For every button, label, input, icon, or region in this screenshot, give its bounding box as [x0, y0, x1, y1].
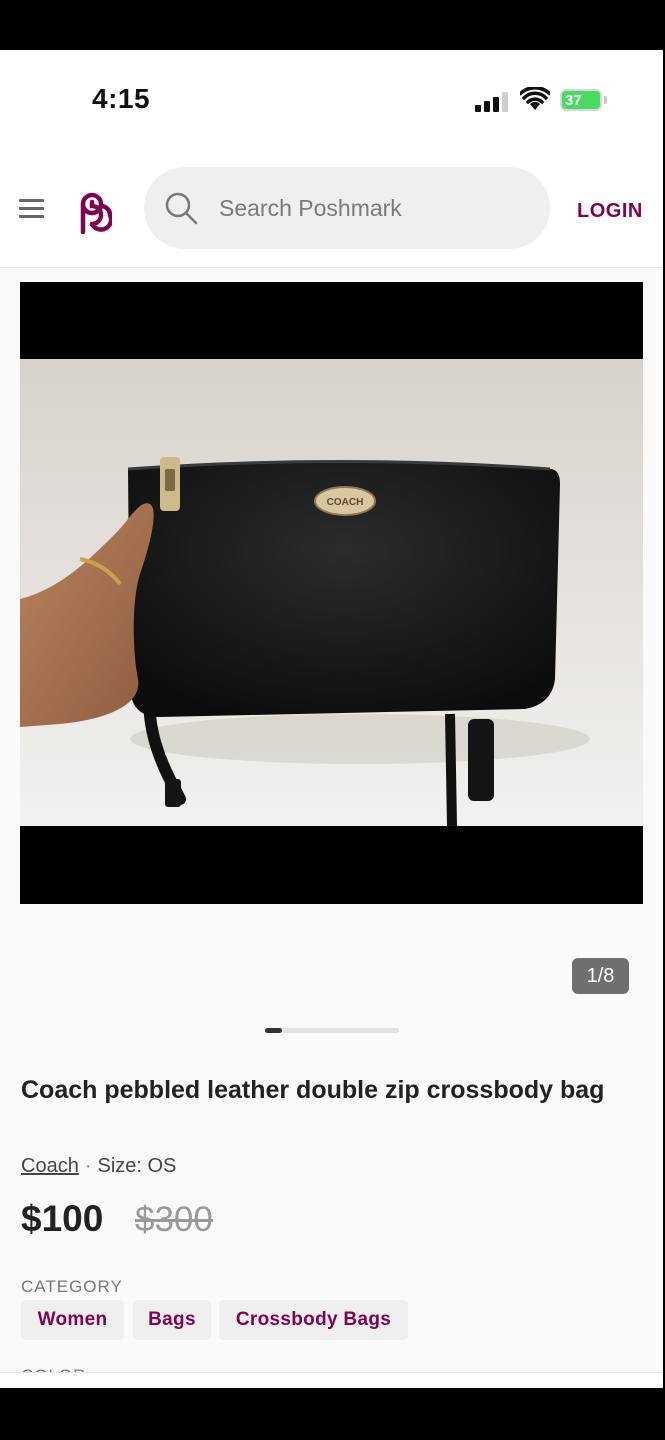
listing-meta: Coach · Size: OS	[21, 1155, 176, 1178]
category-tag-women[interactable]: Women	[21, 1300, 124, 1340]
category-label: CATEGORY	[21, 1277, 123, 1296]
size-label: Size: OS	[97, 1155, 177, 1177]
image-counter: 1/8	[572, 958, 629, 994]
battery-icon: 37	[560, 89, 602, 111]
carousel-indicator[interactable]	[265, 1028, 399, 1033]
original-price: $300	[135, 1200, 213, 1239]
search-icon	[165, 192, 198, 225]
listing-photo[interactable]: COACH	[20, 282, 643, 904]
bag-photo-illustration: COACH	[20, 457, 590, 826]
category-tag-crossbody-bags[interactable]: Crossbody Bags	[219, 1300, 408, 1340]
menu-icon[interactable]	[19, 199, 44, 219]
search-input[interactable]	[219, 189, 519, 227]
login-link[interactable]: LOGIN	[577, 200, 643, 223]
search-bar[interactable]	[144, 167, 550, 249]
wifi-icon	[520, 87, 550, 110]
cellular-signal-icon	[475, 90, 509, 112]
photo-scene: COACH	[20, 359, 643, 826]
battery-nub	[604, 96, 607, 104]
listing-price: $100	[21, 1198, 104, 1239]
poshmark-logo-icon[interactable]	[74, 190, 112, 234]
meta-separator: ·	[84, 1155, 92, 1177]
listing-title: Coach pebbled leather double zip crossbo…	[21, 1076, 605, 1104]
battery-percent: 37	[565, 92, 582, 109]
bottom-letterbox	[0, 1388, 665, 1440]
brand-link[interactable]: Coach	[21, 1155, 79, 1177]
status-bar: 4:15 37	[0, 50, 663, 150]
phone-screen: 4:15 37 Search Poshmark LOGIN COACH 1/8 …	[0, 50, 663, 1388]
status-time: 4:15	[92, 83, 151, 114]
site-header: LOGIN	[0, 150, 663, 268]
category-tag-bags[interactable]: Bags	[133, 1300, 211, 1340]
bottom-bar	[0, 1372, 663, 1388]
carousel-active-dot	[265, 1028, 282, 1033]
coach-logo-text: COACH	[327, 497, 364, 508]
top-letterbox	[0, 0, 665, 50]
